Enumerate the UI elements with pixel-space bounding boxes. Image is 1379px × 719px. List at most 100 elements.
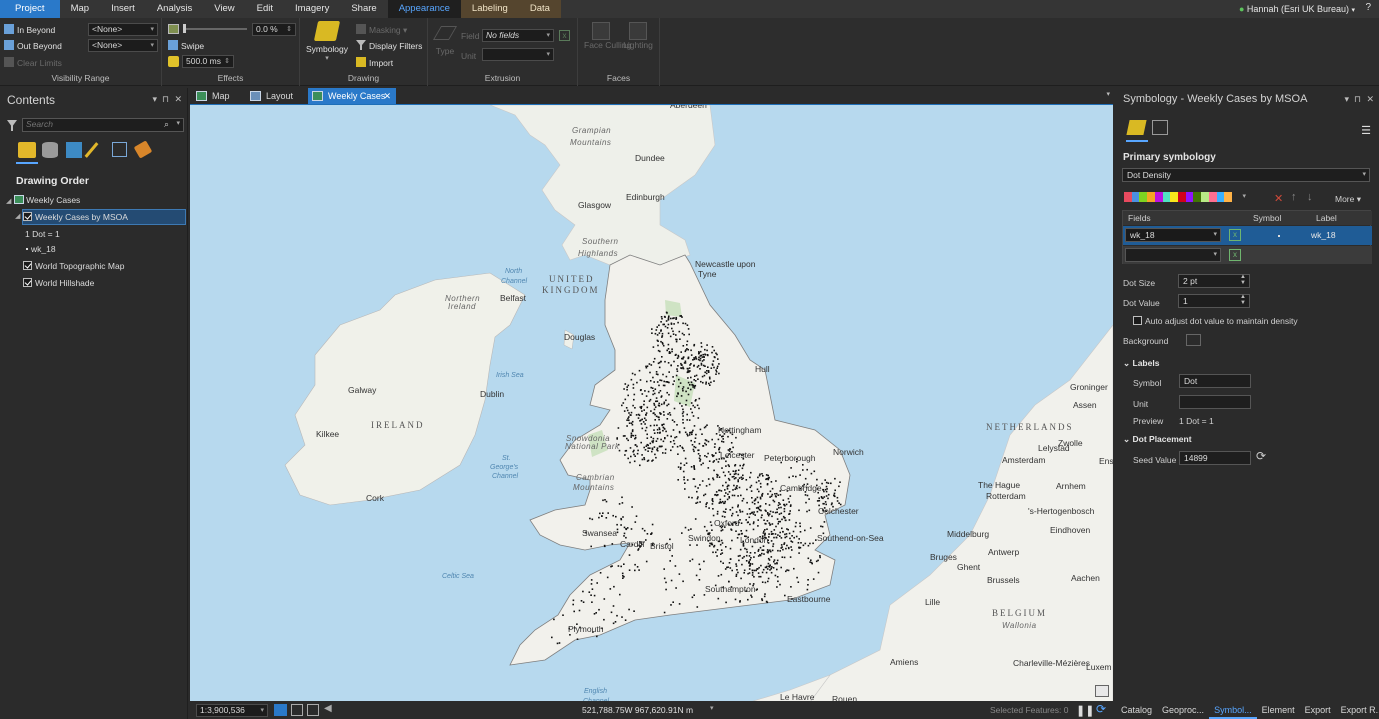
refresh-seed-icon[interactable]: ⟳	[1256, 449, 1266, 463]
labels-section[interactable]: ⌄ Labels	[1123, 358, 1159, 369]
move-up-icon[interactable]: ↑	[1291, 191, 1297, 203]
dot-symbol-icon[interactable]	[1278, 235, 1280, 237]
chevron-down-icon[interactable]: ▾	[710, 704, 714, 712]
background-swatch[interactable]	[1186, 334, 1201, 346]
clear-limits-button[interactable]: Clear Limits	[4, 57, 62, 68]
scale-select[interactable]: 1:3,900,536 ▾	[196, 704, 268, 717]
extrusion-field-select[interactable]: No fields ▾	[482, 29, 554, 42]
tab-symbology[interactable]: Symbol...	[1209, 702, 1257, 719]
in-beyond-select[interactable]: <None> ▾	[88, 23, 158, 36]
tab-appearance[interactable]: Appearance	[387, 0, 461, 18]
tab-view[interactable]: View	[203, 0, 245, 18]
table-icon[interactable]	[307, 704, 319, 716]
out-beyond-button[interactable]: Out Beyond	[4, 40, 62, 51]
collapse-icon[interactable]: ◢	[15, 212, 20, 220]
move-down-icon[interactable]: ↓	[1307, 191, 1313, 203]
swipe-button[interactable]: Swipe	[168, 40, 204, 51]
transparency-slider[interactable]	[183, 24, 247, 33]
drawing-order-icon[interactable]	[18, 142, 36, 158]
field-select[interactable]: wk_18 ▾	[1125, 228, 1221, 242]
primary-symbology-tab-icon[interactable]	[1126, 120, 1147, 135]
labeling-icon[interactable]	[133, 140, 153, 159]
seed-value-input[interactable]: 14899	[1179, 451, 1251, 465]
refresh-icon[interactable]: ⟳	[1096, 702, 1106, 716]
grid-icon[interactable]	[291, 704, 303, 716]
pin-icon[interactable]: ⊓	[162, 94, 169, 105]
dot-size-input[interactable]: 2 pt ▲ ▼	[1178, 274, 1250, 288]
expression-icon[interactable]: x	[1229, 249, 1241, 261]
expression-icon[interactable]: x	[1229, 229, 1241, 241]
search-field[interactable]	[23, 119, 153, 129]
tab-catalog[interactable]: Catalog	[1116, 702, 1157, 719]
layer-visibility-checkbox[interactable]	[23, 212, 32, 221]
search-icon[interactable]: ⌕	[164, 119, 169, 130]
table-row[interactable]: ▾ x	[1123, 246, 1372, 264]
close-icon[interactable]: ✕	[174, 94, 182, 105]
snapping-icon[interactable]	[112, 142, 127, 157]
extrusion-unit-select[interactable]: ▾	[482, 48, 554, 61]
remove-field-icon[interactable]: ✕	[1274, 192, 1283, 205]
symbology-button[interactable]: Symbology ▾	[304, 21, 350, 69]
selection-icon[interactable]	[66, 142, 82, 158]
extrusion-type-button[interactable]: Type	[432, 26, 458, 56]
layer-weekly-cases-msoa[interactable]: Weekly Cases by MSOA	[22, 209, 186, 225]
tab-edit[interactable]: Edit	[246, 0, 284, 18]
tab-weekly-cases-view[interactable]: Weekly Cases ✕	[308, 88, 396, 104]
lighting-button[interactable]: Lighting	[620, 22, 656, 50]
tab-export-raster[interactable]: Export R...	[1336, 702, 1379, 719]
field-select-empty[interactable]: ▾	[1125, 248, 1221, 262]
map-node[interactable]: ◢ Weekly Cases	[6, 195, 80, 205]
close-icon[interactable]: ✕	[383, 88, 391, 104]
contents-search-input[interactable]: ⌕ ▾	[22, 118, 184, 132]
map-view[interactable]: Aberdeen Grampian Mountains Dundee Edinburgh…	[190, 104, 1113, 701]
tab-labeling[interactable]: Labeling	[460, 0, 519, 18]
chevron-down-icon[interactable]: ▾	[176, 119, 180, 127]
help-icon[interactable]: ?	[1365, 2, 1371, 13]
tab-data[interactable]: Data	[518, 0, 561, 18]
user-account[interactable]: ● Hannah (Esri UK Bureau) ▾	[1239, 0, 1355, 18]
auto-adjust-checkbox[interactable]	[1133, 316, 1142, 325]
more-button[interactable]: More ▾	[1335, 194, 1361, 205]
dot-value-input[interactable]: 1 ▲ ▼	[1178, 294, 1250, 308]
pause-icon[interactable]: ❚❚	[1076, 704, 1094, 717]
label-unit-input[interactable]	[1179, 395, 1251, 409]
tab-map[interactable]: Map	[60, 0, 100, 18]
tab-analysis[interactable]: Analysis	[146, 0, 203, 18]
editing-icon[interactable]	[84, 142, 99, 158]
color-scheme-select[interactable]: ▾	[1124, 192, 1246, 204]
tab-geoprocessing[interactable]: Geoproc...	[1157, 702, 1209, 719]
filter-icon[interactable]	[7, 120, 17, 131]
pane-menu-icon[interactable]: ▾	[152, 94, 157, 105]
tab-map-view[interactable]: Map	[192, 88, 244, 104]
transparency-input[interactable]: 0.0 % ⇕	[252, 23, 296, 36]
face-culling-button[interactable]: Face Culling	[584, 22, 631, 50]
tab-layout-view[interactable]: Layout	[246, 88, 306, 104]
tab-export[interactable]: Export	[1300, 702, 1336, 719]
auto-adjust-option[interactable]: Auto adjust dot value to maintain densit…	[1133, 316, 1298, 326]
symbology-method-select[interactable]: Dot Density ▾	[1122, 168, 1370, 182]
import-button[interactable]: Import	[356, 57, 393, 68]
out-beyond-select[interactable]: <None> ▾	[88, 39, 158, 52]
speaker-icon[interactable]: ◀	[324, 703, 332, 714]
layer-world-topographic[interactable]: World Topographic Map	[23, 261, 124, 271]
in-beyond-button[interactable]: In Beyond	[4, 24, 55, 35]
tab-insert[interactable]: Insert	[100, 0, 146, 18]
layer-visibility-checkbox[interactable]	[23, 261, 32, 270]
layer-world-hillshade[interactable]: World Hillshade	[23, 278, 94, 288]
tab-element[interactable]: Element	[1257, 702, 1300, 719]
tab-imagery[interactable]: Imagery	[284, 0, 340, 18]
tab-project[interactable]: Project	[0, 0, 60, 18]
vary-symbology-tab-icon[interactable]	[1152, 120, 1168, 135]
navigator-icon[interactable]	[274, 704, 287, 716]
pin-icon[interactable]: ⊓	[1354, 94, 1361, 105]
pane-menu-icon[interactable]: ▾	[1344, 94, 1349, 105]
field-expression-button[interactable]: x	[559, 30, 570, 41]
flicker-input[interactable]: 500.0 ms ⇕	[182, 55, 234, 68]
layer-visibility-checkbox[interactable]	[23, 278, 32, 287]
label-symbol-input[interactable]: Dot	[1179, 374, 1251, 388]
display-filters-button[interactable]: Display Filters	[356, 40, 422, 51]
close-icon[interactable]: ✕	[1366, 94, 1374, 105]
masking-button[interactable]: Masking ▾	[356, 24, 407, 36]
map-legend-icon[interactable]	[1095, 685, 1109, 697]
tab-share[interactable]: Share	[340, 0, 387, 18]
